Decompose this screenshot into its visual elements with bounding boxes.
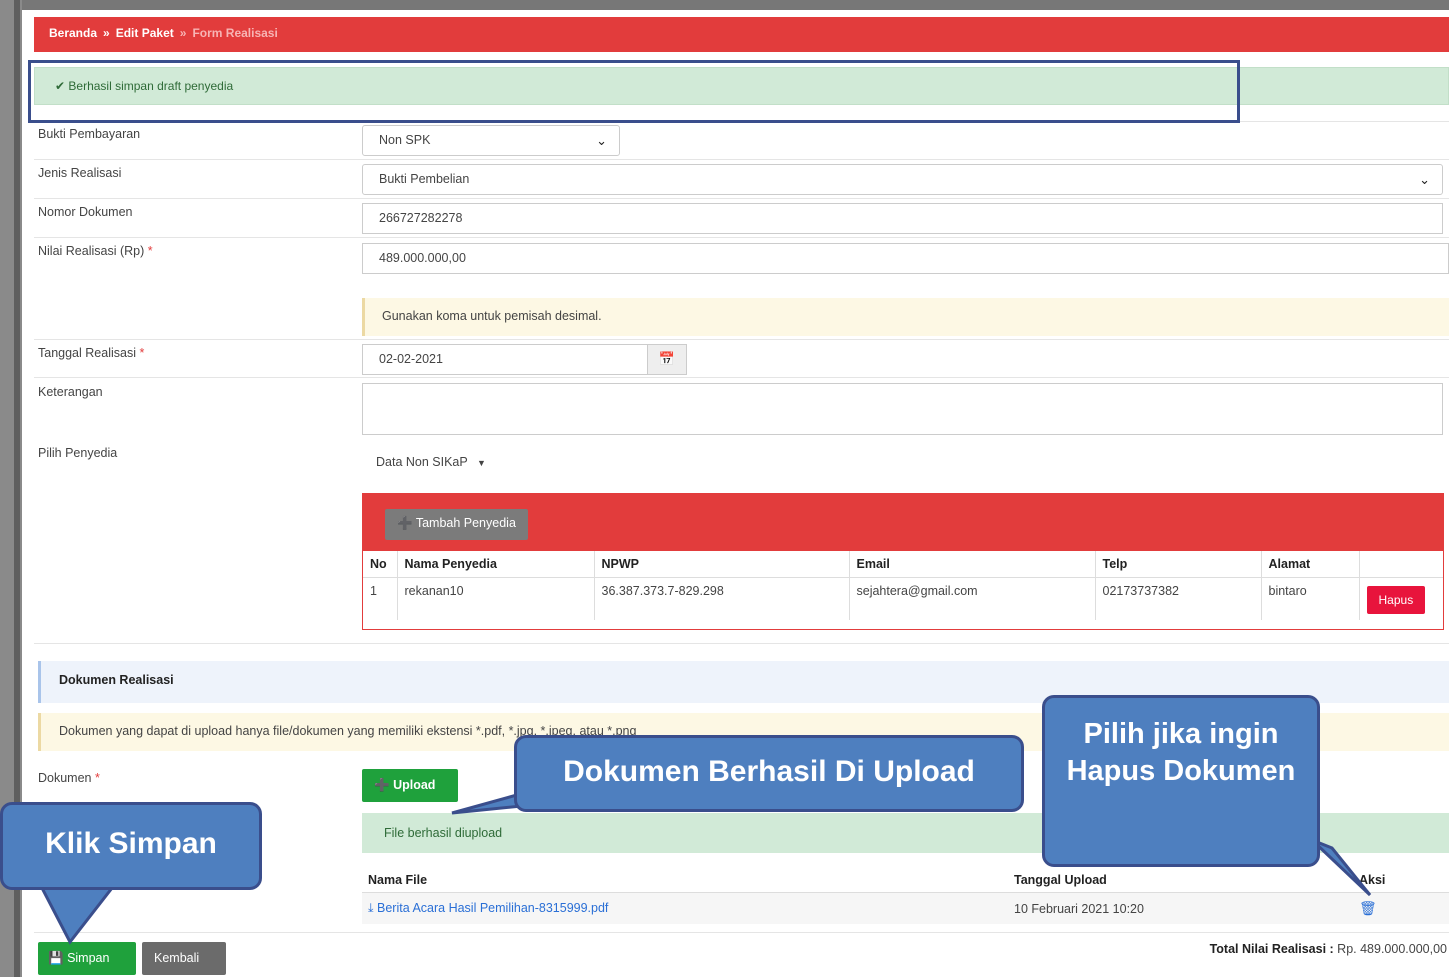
cell-file-date: 10 Februari 2021 10:20 — [1008, 892, 1353, 924]
chevron-down-icon: ⌄ — [596, 133, 607, 148]
column-header: Tanggal Upload — [1008, 868, 1353, 893]
bukti-pembayaran-label: Bukti Pembayaran — [38, 127, 141, 141]
table-header-row: Nama File Tanggal Upload Aksi — [362, 868, 1449, 893]
column-header: Nama Penyedia — [397, 551, 595, 578]
nilai-realisasi-label-text: Nilai Realisasi (Rp) — [38, 244, 145, 258]
nilai-realisasi-label: Nilai Realisasi (Rp) * — [38, 244, 153, 258]
cell-file-name: ⤓ Berita Acara Hasil Pemilihan-8315999.p… — [362, 892, 1008, 924]
callout-simpan: Klik Simpan — [0, 802, 262, 890]
callout-hapus: Pilih jika ingin Hapus Dokumen — [1042, 695, 1320, 867]
download-icon[interactable]: ⤓ — [368, 901, 374, 915]
caret-down-icon: ▼ — [476, 458, 486, 468]
divider — [34, 643, 1449, 644]
pilih-penyedia-dropdown[interactable]: Data Non SIKaP ▼ — [366, 451, 496, 473]
cell-email: sejahtera@gmail.com — [849, 577, 1096, 620]
required-mark: * — [94, 771, 100, 785]
required-mark: * — [147, 244, 153, 258]
jenis-realisasi-value: Bukti Pembelian — [379, 172, 470, 186]
window-frame-top — [0, 0, 1449, 10]
trash-icon[interactable]: 🗑 — [1359, 900, 1377, 916]
column-header: Alamat — [1261, 551, 1360, 578]
nilai-hint: Gunakan koma untuk pemisah desimal. — [362, 298, 1449, 336]
cell-file-aksi: 🗑 — [1353, 892, 1449, 924]
hapus-penyedia-button[interactable]: Hapus — [1366, 585, 1426, 614]
required-mark: * — [139, 346, 145, 360]
tambah-penyedia-button[interactable]: ➕ Tambah Penyedia — [385, 509, 528, 540]
nomor-dokumen-input[interactable]: 266727282278 — [362, 203, 1443, 234]
calendar-icon[interactable]: 📅 — [647, 344, 687, 375]
tanggal-realisasi-label: Tanggal Realisasi * — [38, 346, 144, 360]
file-table: Nama File Tanggal Upload Aksi ⤓ Berita A… — [362, 868, 1449, 924]
divider — [34, 159, 1449, 160]
breadcrumb: Beranda » Edit Paket » Form Realisasi — [34, 17, 1449, 52]
pilih-penyedia-label: Pilih Penyedia — [38, 446, 118, 460]
keterangan-label: Keterangan — [38, 385, 103, 399]
penyedia-panel: ➕ Tambah Penyedia No Nama Penyedia NPWP … — [362, 493, 1444, 630]
cell-nama: rekanan10 — [397, 577, 595, 620]
keterangan-textarea[interactable] — [362, 383, 1443, 435]
nomor-dokumen-label: Nomor Dokumen — [38, 205, 133, 219]
column-header-aksi — [1359, 551, 1443, 578]
penyedia-panel-header: ➕ Tambah Penyedia — [363, 494, 1443, 551]
file-link[interactable]: Berita Acara Hasil Pemilihan-8315999.pdf — [377, 901, 608, 915]
column-header: Aksi — [1353, 868, 1449, 893]
divider — [34, 932, 1449, 933]
jenis-realisasi-select[interactable]: Bukti Pembelian ⌄ — [362, 164, 1443, 195]
simpan-label: Simpan — [67, 951, 110, 965]
breadcrumb-beranda[interactable]: Beranda — [49, 26, 97, 40]
penyedia-table: No Nama Penyedia NPWP Email Telp Alamat … — [363, 551, 1443, 620]
column-header: NPWP — [594, 551, 850, 578]
breadcrumb-separator: » — [179, 26, 187, 40]
page: Beranda» Edit Paket» Form Realisasi ✔ Berh… — [0, 10, 1449, 977]
cell-alamat: bintaro — [1261, 577, 1360, 620]
bukti-pembayaran-value: Non SPK — [379, 133, 431, 147]
divider — [34, 198, 1449, 199]
cell-aksi: Hapus — [1359, 577, 1443, 620]
table-row: ⤓ Berita Acara Hasil Pemilihan-8315999.p… — [362, 892, 1449, 924]
chevron-down-icon: ⌄ — [1419, 172, 1430, 187]
callout-pointer-simpan — [39, 886, 116, 945]
table-header-row: No Nama Penyedia NPWP Email Telp Alamat — [363, 551, 1443, 578]
tanggal-realisasi-label-text: Tanggal Realisasi — [38, 346, 136, 360]
simpan-button[interactable]: 💾 Simpan — [38, 942, 136, 975]
bukti-pembayaran-select[interactable]: Non SPK ⌄ — [362, 125, 620, 156]
breadcrumb-form-realisasi: Form Realisasi — [192, 26, 278, 40]
column-header: Nama File — [362, 868, 1008, 893]
upload-icon: ➕ — [374, 778, 390, 792]
upload-button[interactable]: ➕ Upload — [362, 769, 458, 802]
upload-label: Upload — [393, 778, 436, 792]
divider — [34, 339, 1449, 340]
cell-telp: 02173737382 — [1095, 577, 1262, 620]
total-nilai-realisasi: Total Nilai Realisasi : Rp. 489.000.000,… — [1210, 942, 1447, 956]
tanggal-realisasi-input[interactable]: 02-02-2021 — [362, 344, 648, 375]
plus-circle-icon: ➕ — [397, 516, 413, 530]
pilih-penyedia-value: Data Non SIKaP — [376, 455, 468, 469]
nilai-realisasi-input[interactable]: 489.000.000,00 — [362, 243, 1449, 274]
total-value: Rp. 489.000.000,00 — [1337, 942, 1447, 956]
breadcrumb-separator: » — [103, 26, 110, 40]
table-row: 1 rekanan10 36.387.373.7-829.298 sejahte… — [363, 577, 1443, 620]
cell-no: 1 — [363, 577, 398, 620]
cell-npwp: 36.387.373.7-829.298 — [594, 577, 850, 620]
highlight-box — [28, 60, 1240, 123]
column-header: Telp — [1095, 551, 1262, 578]
column-header: Email — [849, 551, 1096, 578]
callout-upload: Dokumen Berhasil Di Upload — [514, 735, 1024, 812]
jenis-realisasi-label: Jenis Realisasi — [38, 166, 122, 180]
breadcrumb-edit-paket[interactable]: Edit Paket — [116, 26, 174, 40]
dokumen-label-text: Dokumen — [38, 771, 92, 785]
tambah-penyedia-label: Tambah Penyedia — [415, 516, 516, 530]
divider — [34, 377, 1449, 378]
column-header: No — [363, 551, 398, 578]
total-label: Total Nilai Realisasi : — [1209, 942, 1334, 956]
save-icon: 💾 — [48, 951, 64, 965]
dokumen-label: Dokumen * — [38, 771, 100, 785]
kembali-button[interactable]: Kembali — [142, 942, 226, 975]
divider — [34, 237, 1449, 238]
